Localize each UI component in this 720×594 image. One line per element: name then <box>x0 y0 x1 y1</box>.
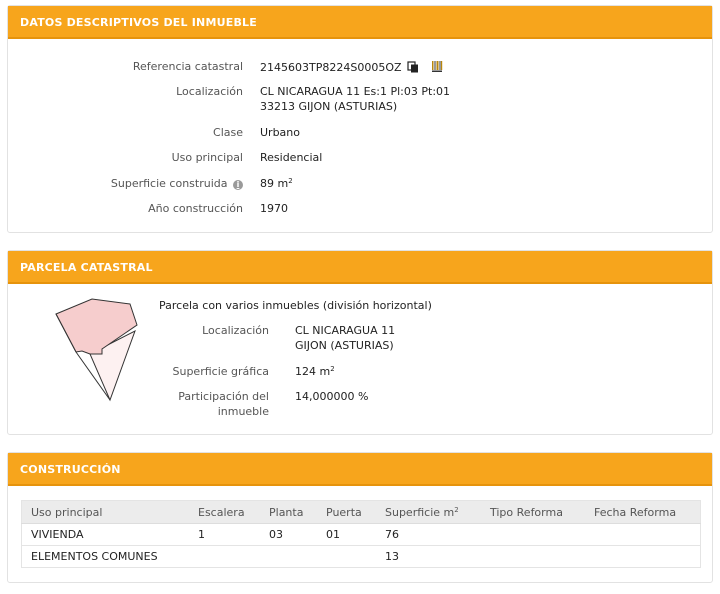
superficie-construida-number: 89 m <box>260 177 289 190</box>
superficie-construida-sup: 2 <box>288 177 293 185</box>
cell-tipo-reforma <box>481 523 585 546</box>
anio-construccion-value: 1970 <box>260 202 288 215</box>
cell-puerta: 01 <box>317 523 376 546</box>
construccion-table: Uso principal Escalera Planta Puerta Sup… <box>21 500 701 568</box>
superficie-construida-value: 89 m2 <box>260 177 293 190</box>
cell-planta: 03 <box>260 523 317 546</box>
cell-puerta <box>317 545 376 568</box>
superficie-construida-label: Superficie construida i <box>58 177 243 190</box>
localizacion-line2: 33213 GIJON (ASTURIAS) <box>260 100 398 113</box>
cell-superficie: 13 <box>376 545 481 568</box>
col-puerta-text: Puerta <box>326 505 362 519</box>
info-icon[interactable]: i <box>233 180 243 190</box>
participacion-label-2: inmueble <box>217 405 269 418</box>
datos-descriptivos-header: DATOS DESCRIPTIVOS DEL INMUEBLE <box>8 6 712 39</box>
uso-principal-label: Uso principal <box>171 151 243 164</box>
col-superficie-sup: 2 <box>454 505 459 514</box>
cell-fecha-reforma <box>585 523 701 546</box>
parcela-catastral-header: PARCELA CATASTRAL <box>8 251 712 284</box>
parcela-localizacion-line1: CL NICARAGUA 11 <box>295 324 396 337</box>
datos-descriptivos-panel: DATOS DESCRIPTIVOS DEL INMUEBLE Referenc… <box>7 5 713 233</box>
superficie-construida-text: Superficie construida <box>110 177 228 190</box>
superficie-grafica-label: Superficie gráfica <box>172 365 270 378</box>
cell-escalera <box>189 545 260 568</box>
col-superficie: Superficie m2 <box>376 500 481 524</box>
cell-superficie: 76 <box>376 523 481 546</box>
referencia-text: 2145603TP8224S0005OZ <box>260 61 402 74</box>
superficie-grafica-sup: 2 <box>330 365 335 373</box>
referencia-value: 2145603TP8224S0005OZ <box>260 60 443 76</box>
cell-uso: VIVIENDA <box>21 523 189 546</box>
col-puerta: Puerta <box>317 500 376 524</box>
participacion-value: 14,000000 % <box>295 390 369 403</box>
construccion-panel: CONSTRUCCIÓN Uso principal Escalera Plan… <box>7 452 713 583</box>
superficie-grafica-value: 124 m2 <box>295 365 335 378</box>
barcode-icon[interactable] <box>430 60 443 76</box>
referencia-label: Referencia catastral <box>132 60 243 73</box>
table-row: VIVIENDA 1 03 01 76 <box>21 523 701 546</box>
clase-value: Urbano <box>260 126 300 139</box>
col-escalera: Escalera <box>189 500 260 524</box>
cell-fecha-reforma <box>585 545 701 568</box>
clase-label: Clase <box>213 126 243 139</box>
col-fecha-reforma: Fecha Reforma <box>585 500 701 524</box>
cell-escalera: 1 <box>189 523 260 546</box>
col-uso-principal: Uso principal <box>21 500 189 524</box>
col-superficie-text: Superficie m <box>385 505 455 519</box>
participacion-label-1: Participación del <box>178 390 269 403</box>
parcela-localizacion-label: Localización <box>202 324 269 337</box>
localizacion-label: Localización <box>176 85 243 98</box>
cell-uso: ELEMENTOS COMUNES <box>21 545 189 568</box>
construccion-header: CONSTRUCCIÓN <box>8 453 712 486</box>
cell-planta <box>260 545 317 568</box>
copy-icon[interactable] <box>407 61 419 76</box>
uso-principal-value: Residencial <box>260 151 323 164</box>
cell-tipo-reforma <box>481 545 585 568</box>
parcela-catastral-panel: PARCELA CATASTRAL Parcela con varios inm… <box>7 250 713 435</box>
table-row: ELEMENTOS COMUNES 13 <box>21 545 701 568</box>
parcel-map[interactable] <box>52 294 152 414</box>
col-tipo-reforma: Tipo Reforma <box>481 500 585 524</box>
table-header-row: Uso principal Escalera Planta Puerta Sup… <box>21 500 701 524</box>
parcela-title: Parcela con varios inmuebles (división h… <box>159 299 432 312</box>
parcela-localizacion-line2: GIJON (ASTURIAS) <box>295 339 394 352</box>
col-planta: Planta <box>260 500 317 524</box>
superficie-grafica-number: 124 m <box>295 365 331 378</box>
localizacion-line1: CL NICARAGUA 11 Es:1 Pl:03 Pt:01 <box>260 85 451 98</box>
anio-construccion-label: Año construcción <box>148 202 243 215</box>
